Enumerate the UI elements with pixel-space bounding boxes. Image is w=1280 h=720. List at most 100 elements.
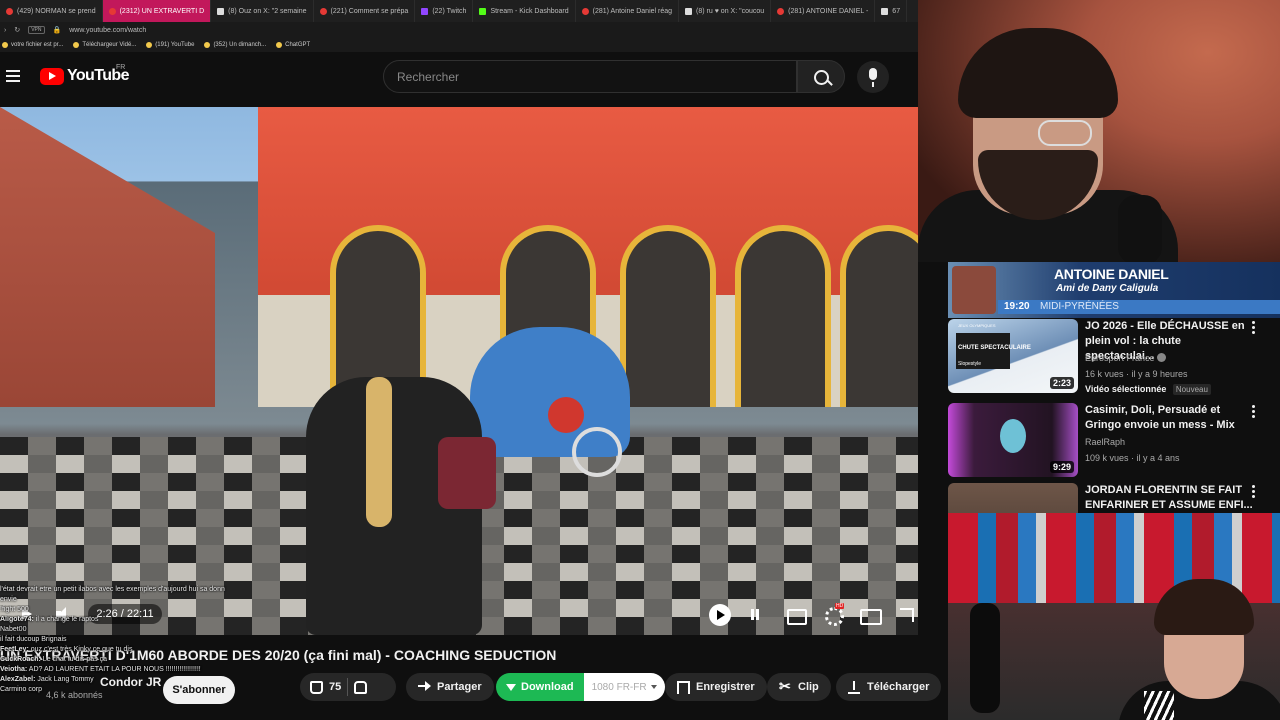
chat-username: AlexZabel: [0,676,36,683]
quality-select[interactable]: 1080 FR-FR [583,673,665,701]
autoplay-toggle-icon[interactable] [709,604,731,626]
chat-text: l'état devrait etre un petit ilabos avec… [0,586,225,593]
mic-icon[interactable] [857,61,889,93]
browser-tab[interactable]: Stream - Kick Dashboard [473,0,576,22]
more-options-icon[interactable] [1252,405,1256,419]
arrow-icon[interactable]: › [4,27,6,34]
bookmark-icon [677,680,690,694]
banner-time: 19:20 [1004,301,1030,312]
video-thumbnail[interactable]: JEUX OLYMPIQUES CHUTE SPECTACULAIRE Slop… [948,319,1078,393]
thumbs-up-icon[interactable] [310,680,323,694]
browser-tab[interactable]: (22) Twitch [415,0,474,22]
telecharger-label: Télécharger [867,681,930,693]
save-button[interactable]: Enregistrer [665,673,767,701]
more-options-icon[interactable] [1252,321,1256,335]
thumb-top-text: JEUX OLYMPIQUES [958,323,996,328]
chat-username: Aligote74: [0,616,34,623]
item-title[interactable]: Casimir, Doli, Persuadé et Gringo envoie… [1085,403,1253,433]
item-channel[interactable]: Eurosport France [1085,353,1167,363]
youtube-header: YouTube FR Rechercher [0,53,918,101]
browser-tab[interactable]: (221) Comment se prépa [314,0,416,22]
browser-tab[interactable]: (8) ru ♥ on X: "coucou [679,0,772,22]
recommendation-item[interactable]: 9:29 Casimir, Doli, Persuadé et Gringo e… [948,403,1280,479]
browser-tab[interactable]: (8) Ouz on X: "2 semaine [211,0,314,22]
handbag [438,437,496,509]
thumb-sub: Slopestyle [958,361,982,367]
search-input[interactable]: Rechercher [383,60,797,93]
bookmark-item[interactable]: Téléchargeur Vidé... [73,42,136,48]
bookmark-label: (191) YouTube [155,42,195,48]
browser-tab[interactable]: (2312) UN EXTRAVERTI D [102,0,212,22]
chat-text: !fight 500 [0,606,29,613]
tab-count-icon [881,7,889,15]
thumbs-down-icon[interactable] [354,680,368,694]
item-channel[interactable]: RaelRaph [1085,437,1125,447]
bookmark-item[interactable]: votre fichier est pr... [2,42,63,48]
like-count[interactable]: 75 [329,681,341,693]
chat-message: envie [0,595,320,605]
channel-name[interactable]: Condor JR [100,675,161,689]
browser-tab[interactable]: (281) Antoine Daniel réag [576,0,680,22]
download-button[interactable]: Download [496,673,584,701]
velo-taxi-logo [548,397,584,433]
pause-icon[interactable] [744,604,766,626]
settings-gear-icon[interactable] [822,603,845,626]
chat-message: il fait ducoup Brignais [0,635,320,645]
chat-message: Veiotha: AD? AD LAURENT ETAIT LA POUR NO… [0,665,320,675]
download-page-button[interactable]: Télécharger [836,673,942,701]
thumb-face [1000,419,1026,453]
country-code: FR [116,64,126,71]
chat-message: !fight 500 [0,605,320,615]
browser-tab[interactable]: 67 [875,0,908,22]
menu-icon[interactable] [6,70,20,82]
bookmark-item[interactable]: (352) Un dimanch... [204,42,266,48]
more-options-icon[interactable] [1252,485,1256,499]
share-label: Partager [437,681,482,693]
banner-name: ANTOINE DANIEL [1054,266,1169,282]
browser-tab[interactable]: (281) ANTOINE DANIEL - [771,0,876,22]
like-dislike-group: 75 [300,673,396,701]
velo-taxi-wheel [572,427,622,477]
reload-icon[interactable]: ↻ [14,26,20,34]
bookmark-item[interactable]: ChatGPT [276,42,310,48]
item-title[interactable]: JORDAN FLORENTIN SE FAIT ENFARINER ET AS… [1085,483,1253,513]
search-button[interactable] [797,60,845,93]
video-thumbnail[interactable] [948,483,1078,513]
vpn-badge[interactable]: VPN [28,26,45,34]
clip-label: Clip [798,681,819,693]
bookmark-label: Téléchargeur Vidé... [82,42,137,48]
divider [347,678,349,696]
subtitles-icon[interactable] [785,604,807,626]
bookmark-item[interactable]: (191) YouTube [146,42,194,48]
chat-text: ouz c'est très Kinky ce que tu dis [30,646,133,653]
browser-tab[interactable]: (429) NORMAN se prend [0,0,103,22]
url-text[interactable]: www.youtube.com/watch [69,27,146,34]
youtube-icon [6,7,13,15]
browser-tab-label: (281) Antoine Daniel réag [592,7,673,15]
item-meta: 16 k vues · il y a 9 heures [1085,369,1188,379]
chat-message: Aligote74: il a changé le raptos [0,615,320,625]
arch [735,225,831,407]
banner-region: MIDI-PYRÉNÉES [1040,301,1119,312]
share-button[interactable]: Partager [406,673,494,701]
chat-text: envie [0,596,17,603]
chat-message: CuckRoach: Le chat tu dis pas ça [0,655,320,665]
bookmark-icon [73,42,80,48]
fullscreen-icon[interactable] [896,604,918,626]
subscribe-button[interactable]: S'abonner [163,676,235,704]
video-player[interactable] [0,107,918,635]
download-arrow-icon [506,683,516,691]
building-left [0,107,215,407]
quality-label: 1080 FR-FR [591,681,647,693]
theater-mode-icon[interactable] [859,604,882,626]
clip-button[interactable]: Clip [767,673,831,701]
recommendation-item[interactable]: JORDAN FLORENTIN SE FAIT ENFARINER ET AS… [948,483,1280,513]
video-thumbnail[interactable]: 9:29 [948,403,1078,477]
recommendation-item[interactable]: JEUX OLYMPIQUES CHUTE SPECTACULAIRE Slop… [948,319,1280,399]
recommendation-banner[interactable]: ANTOINE DANIEL Ami de Dany Caligula 19:2… [948,262,1280,318]
item-meta: 109 k vues · il y a 4 ans [1085,453,1180,463]
arch [840,225,918,407]
download-icon [848,680,861,694]
bookmark-icon [146,42,153,48]
duration-badge: 9:29 [1049,461,1074,473]
